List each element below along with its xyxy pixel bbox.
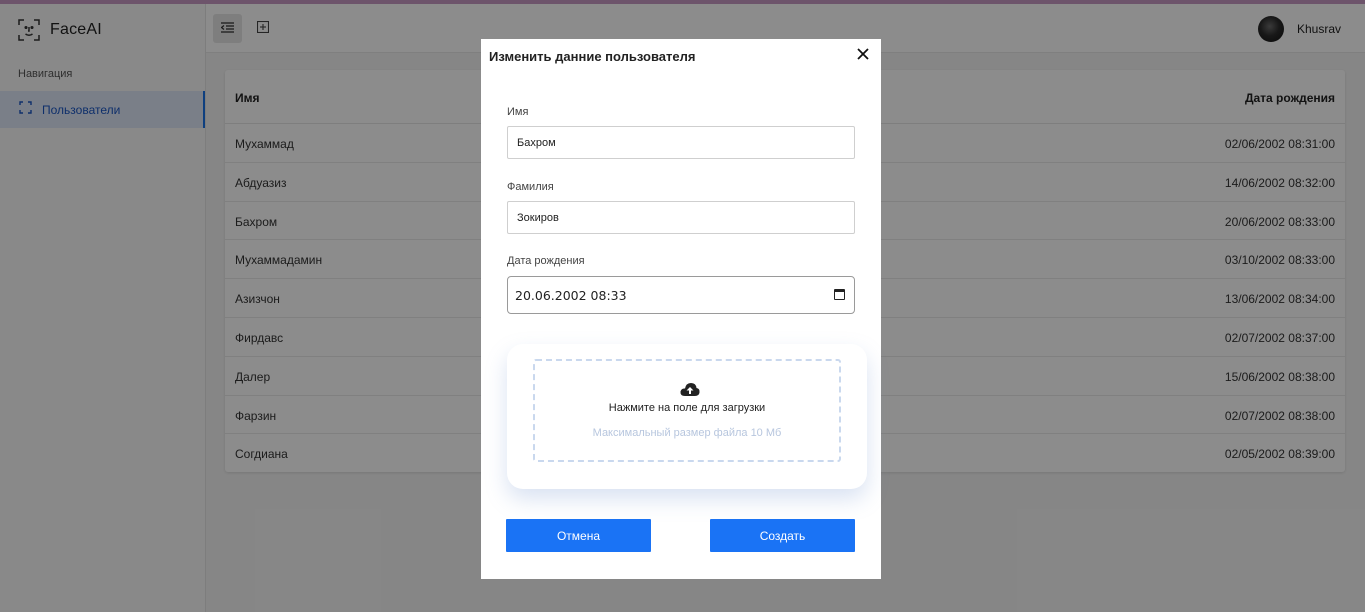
cancel-button[interactable]: Отмена [506, 519, 651, 552]
close-icon [857, 47, 869, 65]
edit-user-dialog: Изменить данние пользователя Имя Бахром … [481, 39, 881, 579]
last-name-field[interactable]: Зокиров [507, 201, 855, 234]
last-name-value: Зокиров [517, 212, 559, 224]
upload-size-hint: Максимальный размер файла 10 Мб [592, 427, 782, 439]
cloud-upload-icon [680, 382, 700, 396]
first-name-field[interactable]: Бахром [507, 126, 855, 159]
dialog-title: Изменить данние пользователя [489, 49, 696, 64]
calendar-icon[interactable] [834, 289, 845, 300]
last-name-label: Фамилия [507, 181, 554, 193]
file-upload-dropzone[interactable]: Нажмите на поле для загрузки Максимальны… [533, 359, 841, 462]
first-name-value: Бахром [517, 137, 556, 149]
birth-date-label: Дата рождения [507, 255, 585, 267]
birth-date-field[interactable]: 20.06.2002 08:33 [507, 276, 855, 314]
birth-date-value: 20.06.2002 08:33 [515, 288, 627, 303]
first-name-label: Имя [507, 106, 529, 118]
upload-instruction: Нажмите на поле для загрузки [608, 402, 766, 414]
upload-card: Нажмите на поле для загрузки Максимальны… [507, 344, 867, 489]
create-button[interactable]: Создать [710, 519, 855, 552]
close-button[interactable] [854, 47, 872, 65]
